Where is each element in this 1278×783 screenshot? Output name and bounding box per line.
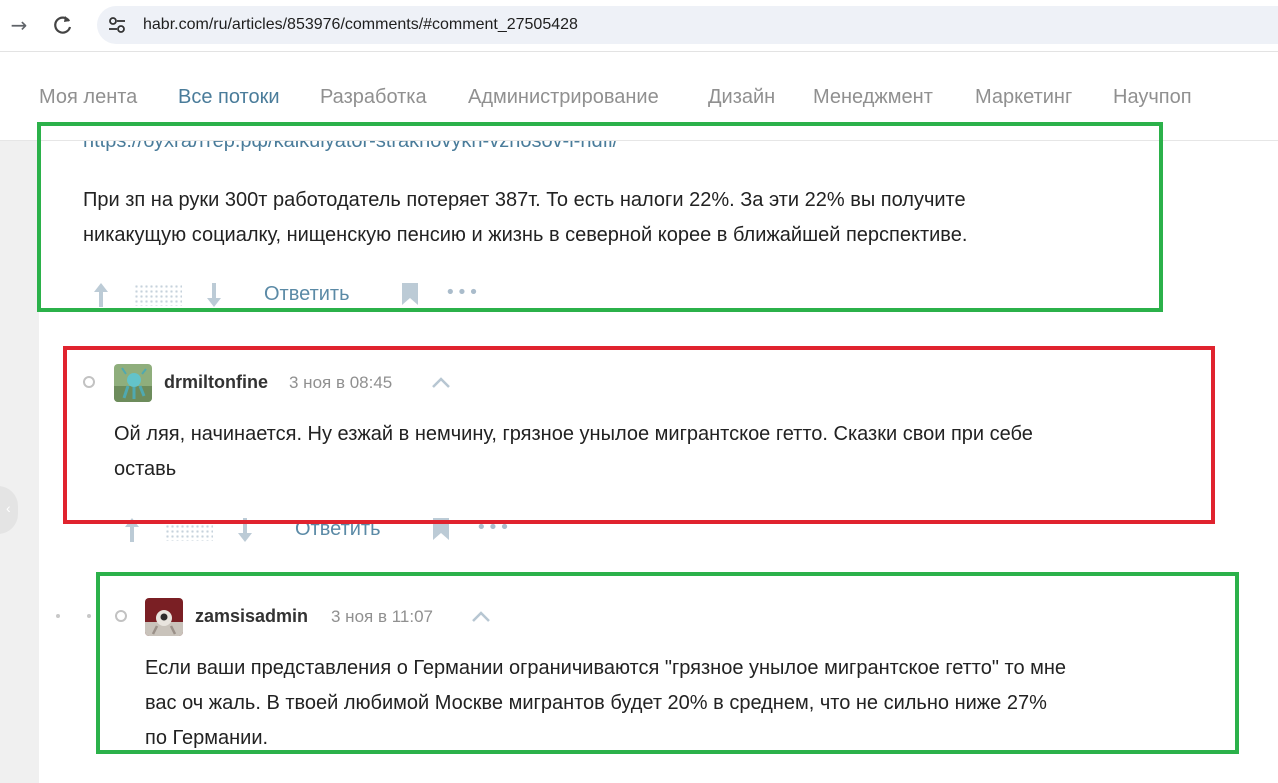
browser-toolbar: → habr.com/ru/articles/853976/comments/#…	[0, 0, 1278, 52]
comment-link[interactable]: https://бухгалтер.рф/kalkulyator-strakho…	[83, 141, 618, 153]
comment-text-line: Ой ляя, начинается. Ну езжай в немчину, …	[114, 423, 1033, 445]
flow-marketing[interactable]: Маркетинг	[975, 86, 1072, 109]
flow-popsci[interactable]: Научпоп	[1113, 86, 1192, 109]
comment-time[interactable]: 3 ноя в 08:45	[289, 373, 392, 393]
comment-text-line: по Германии.	[145, 727, 269, 749]
vote-up-icon[interactable]	[124, 517, 140, 543]
score-placeholder	[165, 519, 213, 541]
address-bar[interactable]: habr.com/ru/articles/853976/comments/#co…	[97, 6, 1278, 44]
more-icon[interactable]: •••	[476, 517, 511, 538]
avatar[interactable]	[114, 364, 152, 402]
vote-down-icon[interactable]	[237, 517, 253, 543]
vote-down-icon[interactable]	[206, 282, 222, 308]
comment-time[interactable]: 3 ноя в 11:07	[331, 607, 433, 627]
bookmark-icon[interactable]	[401, 282, 419, 306]
flow-my-feed[interactable]: Моя лента	[39, 86, 137, 109]
chevron-up-icon[interactable]	[431, 375, 451, 389]
comment-text-line: вас оч жаль. В твоей любимой Москве мигр…	[145, 692, 1047, 714]
flows-nav: Моя лента Все потоки Разработка Админист…	[0, 52, 1278, 141]
url-text: habr.com/ru/articles/853976/comments/#co…	[143, 16, 578, 33]
flow-design[interactable]: Дизайн	[708, 86, 775, 109]
comment-text-line: оставь	[114, 458, 177, 480]
bookmark-icon[interactable]	[432, 517, 450, 541]
thread-level-dot	[56, 614, 60, 618]
reply-button[interactable]: Ответить	[264, 283, 350, 306]
reload-icon[interactable]	[50, 12, 76, 38]
comment-author[interactable]: drmiltonfine	[164, 372, 268, 393]
tune-icon[interactable]	[107, 15, 127, 35]
thread-marker	[115, 610, 127, 622]
score-placeholder	[134, 284, 182, 306]
comment-text-line: никакущую социалку, нищенскую пенсию и ж…	[83, 224, 968, 246]
vote-up-icon[interactable]	[93, 282, 109, 308]
scroll-back-button[interactable]: ‹	[0, 486, 18, 534]
comment-text-line: Если ваши представления о Германии огран…	[145, 657, 1067, 679]
thread-level-dot	[87, 614, 91, 618]
comment-text-line: При зп на руки 300т работодатель потеряе…	[83, 189, 966, 211]
more-icon[interactable]: •••	[445, 282, 480, 303]
chevron-up-icon[interactable]	[471, 609, 491, 623]
flow-all[interactable]: Все потоки	[178, 86, 280, 109]
chevron-left-icon: ‹	[6, 500, 11, 516]
avatar[interactable]	[145, 598, 183, 636]
flow-development[interactable]: Разработка	[320, 86, 427, 109]
arrow-right-icon[interactable]: →	[6, 12, 32, 38]
flow-administration[interactable]: Администрирование	[468, 86, 659, 109]
comment-author[interactable]: zamsisadmin	[195, 606, 308, 627]
thread-marker	[83, 376, 95, 388]
flow-management[interactable]: Менеджмент	[813, 86, 933, 109]
reply-button[interactable]: Ответить	[295, 518, 381, 541]
